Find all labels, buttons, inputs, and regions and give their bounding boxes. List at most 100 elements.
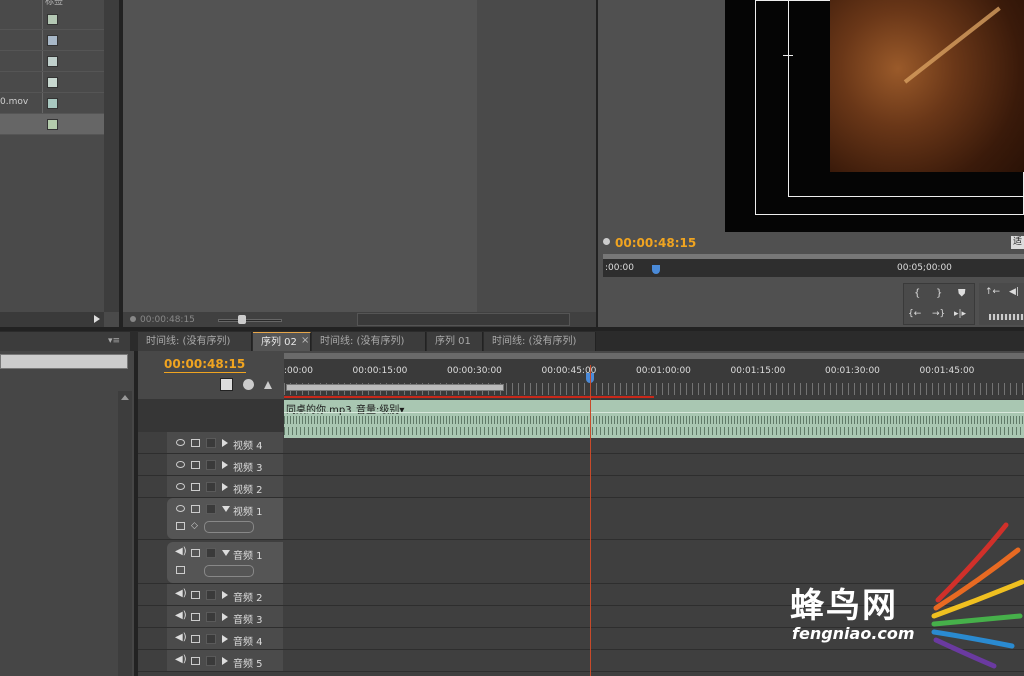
- zoom-slider[interactable]: [218, 319, 282, 322]
- playhead-line[interactable]: [590, 365, 591, 676]
- sync-icon[interactable]: [191, 635, 200, 643]
- collapse-arrow-icon[interactable]: [222, 550, 230, 556]
- program-timecode[interactable]: 00:00:48:15: [615, 236, 696, 250]
- sync-icon[interactable]: [191, 657, 200, 665]
- prev-edit-icon[interactable]: ◀|: [1009, 287, 1019, 297]
- waveform-display-icon[interactable]: [176, 566, 185, 574]
- volume-level-dropdown[interactable]: 音量:级别▾: [356, 401, 404, 416]
- speaker-icon[interactable]: ◀): [175, 633, 187, 643]
- lock-box[interactable]: [206, 504, 216, 514]
- go-to-in-icon[interactable]: {←: [908, 309, 921, 319]
- expand-arrow-icon[interactable]: [222, 591, 228, 599]
- effects-search-input[interactable]: [0, 354, 128, 369]
- expand-arrow-icon[interactable]: [222, 635, 228, 643]
- work-area-bar[interactable]: [286, 384, 504, 391]
- tab-sequence[interactable]: 时间线: (没有序列): [138, 332, 252, 351]
- expand-arrow-icon[interactable]: [222, 439, 228, 447]
- lock-box[interactable]: [206, 590, 216, 600]
- film-icon[interactable]: [191, 505, 200, 513]
- lock-box[interactable]: [206, 656, 216, 666]
- lock-box[interactable]: [206, 438, 216, 448]
- film-icon[interactable]: [191, 439, 200, 447]
- film-icon[interactable]: [191, 483, 200, 491]
- set-marker-icon[interactable]: [243, 379, 254, 390]
- video-track: 视频 2: [138, 476, 1024, 498]
- project-item[interactable]: [0, 30, 104, 51]
- lock-box[interactable]: [206, 612, 216, 622]
- audio-clip[interactable]: 同桌的你.mp3 音量:级别▾: [284, 400, 1024, 438]
- panel-menu-icon[interactable]: ▾≡: [108, 336, 120, 346]
- label-color-swatch[interactable]: [47, 56, 58, 67]
- zoom-handle[interactable]: [238, 315, 246, 324]
- keyframe-nav[interactable]: [204, 521, 254, 533]
- eye-icon[interactable]: [176, 461, 185, 468]
- collapse-arrow-icon[interactable]: [222, 506, 230, 512]
- mark-out-icon[interactable]: }: [936, 288, 942, 299]
- close-tab-icon[interactable]: ×: [301, 335, 309, 346]
- label-color-swatch[interactable]: [47, 119, 58, 130]
- film-icon[interactable]: [191, 461, 200, 469]
- timeline-tab-bar: ▾≡ 时间线: (没有序列) 序列 02 × 时间线: (没有序列) 序列 01 时间线:…: [0, 331, 1024, 351]
- timeline-timecode[interactable]: 00:00:48:15: [164, 357, 245, 371]
- snap-icon[interactable]: [220, 378, 233, 391]
- video-track: 视频 3: [138, 454, 1024, 476]
- lock-box[interactable]: [206, 548, 216, 558]
- tab-sequence[interactable]: 时间线: (没有序列): [312, 332, 426, 351]
- track-header: ◀) 音频 4: [167, 628, 283, 649]
- track-name: 音频 1: [233, 551, 263, 562]
- eye-icon[interactable]: [176, 505, 185, 512]
- source-scrollbar[interactable]: [357, 313, 570, 326]
- project-scrollbar[interactable]: [104, 0, 119, 312]
- speaker-icon[interactable]: ◀): [175, 655, 187, 665]
- project-item[interactable]: [0, 9, 104, 30]
- eye-icon[interactable]: [176, 439, 185, 446]
- play-arrow-icon[interactable]: [94, 315, 100, 323]
- playhead-marker-icon[interactable]: [652, 265, 660, 274]
- expand-arrow-icon[interactable]: [222, 613, 228, 621]
- timeline-ruler[interactable]: [284, 359, 1024, 399]
- step-back-icon[interactable]: ↑←: [985, 287, 1000, 297]
- timecode-underline: [164, 372, 246, 373]
- expand-arrow-icon[interactable]: [222, 657, 228, 665]
- lock-box[interactable]: [206, 634, 216, 644]
- tab-sequence[interactable]: 时间线: (没有序列): [484, 332, 596, 351]
- ruler-label: 00:00:15:00: [352, 366, 408, 376]
- project-item[interactable]: [0, 114, 104, 135]
- play-in-to-out-icon[interactable]: ▸|▸: [954, 309, 966, 319]
- lock-box[interactable]: [206, 482, 216, 492]
- label-color-swatch[interactable]: [47, 98, 58, 109]
- project-item[interactable]: [0, 51, 104, 72]
- project-item-name: 0.mov: [0, 97, 29, 107]
- fit-dropdown[interactable]: 适: [1011, 236, 1024, 249]
- label-color-swatch[interactable]: [47, 35, 58, 46]
- keyframe-display-icon[interactable]: [176, 522, 185, 530]
- tab-sequence[interactable]: 序列 01: [427, 332, 483, 351]
- eye-icon[interactable]: [176, 483, 185, 490]
- watermark-text: 蜂鸟网: [790, 586, 898, 626]
- program-ruler[interactable]: [603, 259, 1024, 277]
- jog-shuttle[interactable]: [989, 314, 1024, 320]
- timeline-header: 00:00:48:15 :00:00 00:00:15:00 00:00:30:00…: [138, 351, 1024, 399]
- marker-home-icon[interactable]: [264, 381, 272, 389]
- speaker-icon[interactable]: ◀): [175, 589, 187, 599]
- expand-arrow-icon[interactable]: [222, 483, 228, 491]
- label-color-swatch[interactable]: [47, 14, 58, 25]
- project-item[interactable]: 0.mov: [0, 93, 104, 114]
- expand-arrow-icon[interactable]: [222, 461, 228, 469]
- keyframe-icon[interactable]: ◇: [191, 521, 198, 531]
- marker-icon[interactable]: ⛊: [958, 288, 966, 299]
- project-item[interactable]: [0, 72, 104, 93]
- label-color-swatch[interactable]: [47, 77, 58, 88]
- scroll-up-icon[interactable]: [121, 395, 129, 400]
- sync-icon[interactable]: [191, 613, 200, 621]
- keyframe-nav[interactable]: [204, 565, 254, 577]
- effects-scrollbar[interactable]: [118, 391, 132, 676]
- speaker-icon[interactable]: ◀): [175, 547, 187, 557]
- mark-in-icon[interactable]: {: [914, 288, 920, 299]
- sync-icon[interactable]: [191, 549, 200, 557]
- lock-box[interactable]: [206, 460, 216, 470]
- sync-icon[interactable]: [191, 591, 200, 599]
- go-to-out-icon[interactable]: →}: [932, 309, 945, 319]
- speaker-icon[interactable]: ◀): [175, 611, 187, 621]
- volume-line[interactable]: [284, 412, 1024, 413]
